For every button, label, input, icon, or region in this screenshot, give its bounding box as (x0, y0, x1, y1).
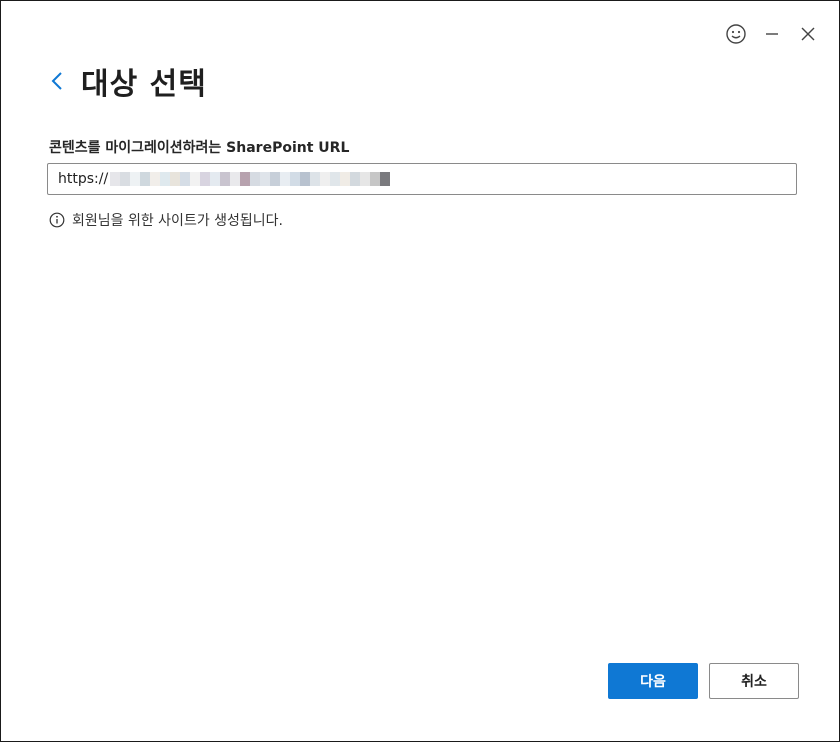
sharepoint-url-label: 콘텐츠를 마이그레이션하려는 SharePoint URL (49, 140, 350, 156)
back-chevron-icon[interactable] (47, 66, 67, 96)
migration-dialog: 대상 선택 콘텐츠를 마이그레이션하려는 SharePoint URL http… (0, 0, 840, 742)
sharepoint-url-input[interactable]: https:// (47, 163, 797, 195)
info-icon (49, 212, 65, 228)
info-message: 회원님을 위한 사이트가 생성됩니다. (49, 210, 283, 230)
obscured-url-text (110, 172, 400, 186)
header: 대상 선택 (47, 59, 207, 103)
close-icon[interactable] (797, 23, 819, 45)
page-title: 대상 선택 (81, 67, 207, 102)
feedback-smiley-icon[interactable] (725, 23, 747, 45)
titlebar-controls (725, 23, 819, 45)
url-prefix-text: https:// (58, 171, 109, 187)
cancel-button[interactable]: 취소 (709, 663, 799, 699)
minimize-icon[interactable] (761, 23, 783, 45)
next-button[interactable]: 다음 (608, 663, 698, 699)
info-text: 회원님을 위한 사이트가 생성됩니다. (72, 213, 283, 229)
